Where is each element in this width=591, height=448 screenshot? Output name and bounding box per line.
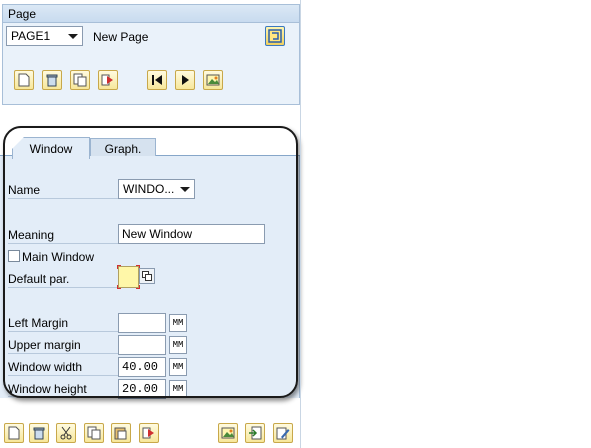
name-label: Name	[8, 183, 41, 197]
left-margin-underline	[8, 331, 118, 332]
window-height-label: Window height	[8, 382, 87, 396]
rename-icon	[142, 427, 154, 439]
window-height-input[interactable]: 20.00	[118, 379, 166, 399]
delete-icon	[33, 427, 45, 440]
picture-window-button[interactable]	[218, 423, 238, 443]
cut-window-button[interactable]	[56, 423, 76, 443]
focus-corner-bl	[117, 285, 121, 289]
edit-window-button[interactable]	[273, 423, 293, 443]
default-par-button[interactable]	[139, 268, 155, 284]
left-margin-label: Left Margin	[8, 316, 69, 330]
chevron-down-icon	[180, 187, 190, 192]
create-window-button[interactable]	[4, 423, 24, 443]
window-width-label: Window width	[8, 360, 83, 374]
left-margin-input[interactable]	[118, 313, 166, 333]
rename-page-button[interactable]	[98, 70, 118, 90]
right-divider	[300, 0, 301, 448]
left-margin-unit[interactable]: MM	[169, 314, 187, 332]
first-page-button[interactable]	[147, 70, 167, 90]
tab-window-label: Window	[29, 142, 73, 156]
window-height-underline	[8, 396, 118, 397]
focus-corner-tl	[117, 265, 121, 269]
meaning-input[interactable]: New Window	[118, 224, 265, 244]
page-settings-button[interactable]	[265, 26, 285, 46]
default-par-underline	[8, 287, 118, 288]
page-description: New Page	[93, 30, 149, 44]
create-icon	[18, 73, 30, 87]
copy-page-button[interactable]	[70, 70, 90, 90]
rename-window-button[interactable]	[139, 423, 159, 443]
name-select[interactable]: WINDO...	[118, 179, 195, 199]
meaning-underline	[8, 243, 118, 244]
edit-icon	[276, 427, 290, 440]
page-panel-title: Page	[3, 5, 299, 23]
window-width-underline	[8, 375, 118, 376]
first-page-icon	[152, 75, 162, 85]
focus-corner-br	[136, 285, 140, 289]
window-height-unit[interactable]: MM	[169, 380, 187, 398]
tab-graph-label: Graph.	[104, 142, 142, 156]
next-page-icon	[182, 75, 189, 85]
picture-icon	[221, 427, 235, 439]
delete-page-button[interactable]	[42, 70, 62, 90]
upper-margin-underline	[8, 353, 118, 354]
delete-icon	[46, 74, 58, 87]
copy-window-button[interactable]	[84, 423, 104, 443]
import-icon	[249, 426, 262, 440]
cut-icon	[60, 426, 72, 440]
name-underline	[8, 198, 118, 199]
create-page-button[interactable]	[14, 70, 34, 90]
upper-margin-input[interactable]	[118, 335, 166, 355]
paste-icon	[114, 427, 127, 440]
delete-window-button[interactable]	[29, 423, 49, 443]
copy-icon	[142, 271, 152, 281]
upper-margin-label: Upper margin	[8, 338, 81, 352]
main-window-checkbox[interactable]	[8, 250, 20, 262]
page-select[interactable]: PAGE1	[6, 26, 83, 46]
tab-window[interactable]: Window	[12, 137, 90, 159]
picture-button[interactable]	[203, 70, 223, 90]
tab-graph[interactable]: Graph.	[90, 138, 156, 156]
chevron-down-icon	[68, 34, 78, 39]
copy-icon	[73, 73, 87, 87]
import-window-button[interactable]	[245, 423, 265, 443]
main-window-label: Main Window	[22, 250, 95, 264]
next-page-button[interactable]	[175, 70, 195, 90]
window-width-unit[interactable]: MM	[169, 358, 187, 376]
copy-icon	[87, 426, 101, 440]
picture-icon	[206, 74, 220, 86]
name-select-value: WINDO...	[123, 182, 175, 196]
meaning-label: Meaning	[8, 228, 55, 242]
page-select-value: PAGE1	[11, 29, 51, 43]
upper-margin-unit[interactable]: MM	[169, 336, 187, 354]
paste-window-button[interactable]	[111, 423, 131, 443]
default-par-label: Default par.	[8, 272, 70, 286]
window-width-input[interactable]: 40.00	[118, 357, 166, 377]
rename-icon	[101, 74, 113, 86]
create-icon	[8, 426, 20, 440]
return-icon	[268, 29, 282, 43]
